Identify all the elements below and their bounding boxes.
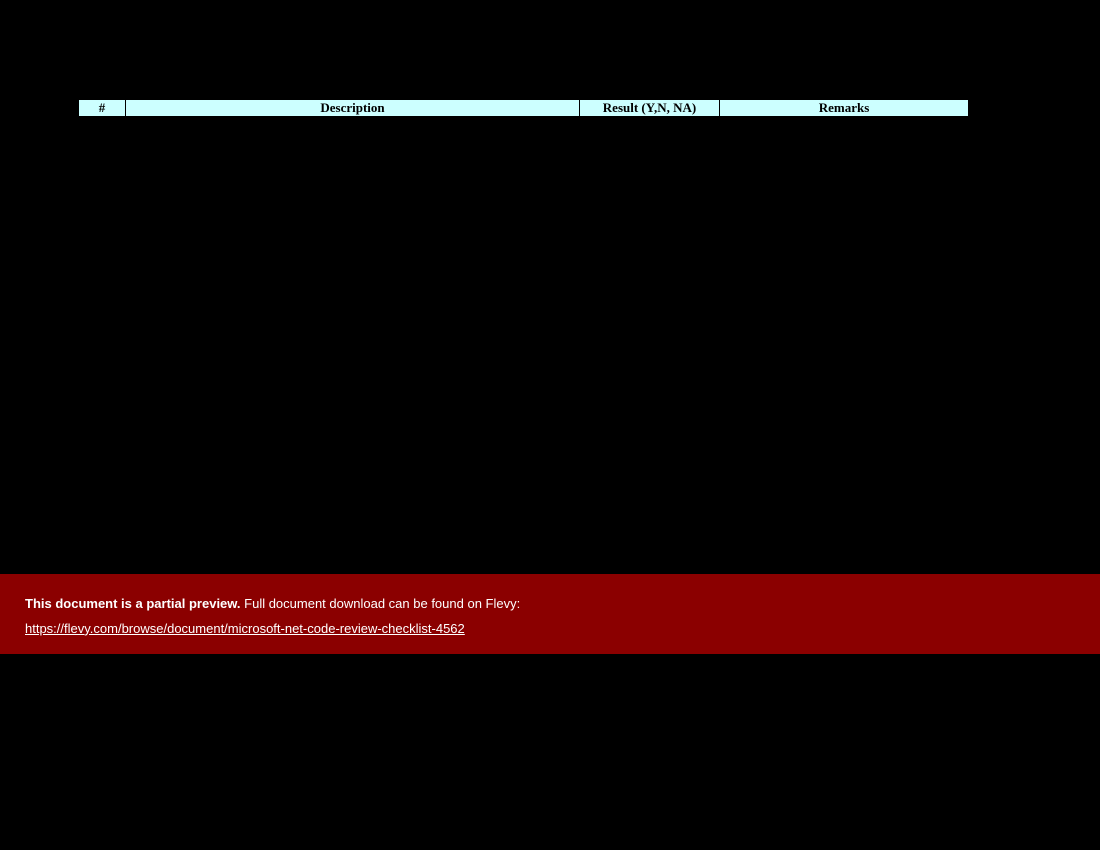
checklist-table: # Description Result (Y,N, NA) Remarks	[78, 99, 969, 117]
preview-banner: This document is a partial preview. Full…	[0, 574, 1100, 654]
banner-text-line: This document is a partial preview. Full…	[25, 594, 1075, 615]
header-description: Description	[126, 100, 580, 117]
banner-normal-text: Full document download can be found on F…	[241, 596, 521, 611]
header-result: Result (Y,N, NA)	[580, 100, 720, 117]
header-num: #	[79, 100, 126, 117]
header-remarks: Remarks	[720, 100, 969, 117]
checklist-table-container: # Description Result (Y,N, NA) Remarks	[78, 99, 968, 117]
table-header-row: # Description Result (Y,N, NA) Remarks	[79, 100, 969, 117]
banner-link[interactable]: https://flevy.com/browse/document/micros…	[25, 619, 465, 640]
banner-bold-text: This document is a partial preview.	[25, 596, 241, 611]
